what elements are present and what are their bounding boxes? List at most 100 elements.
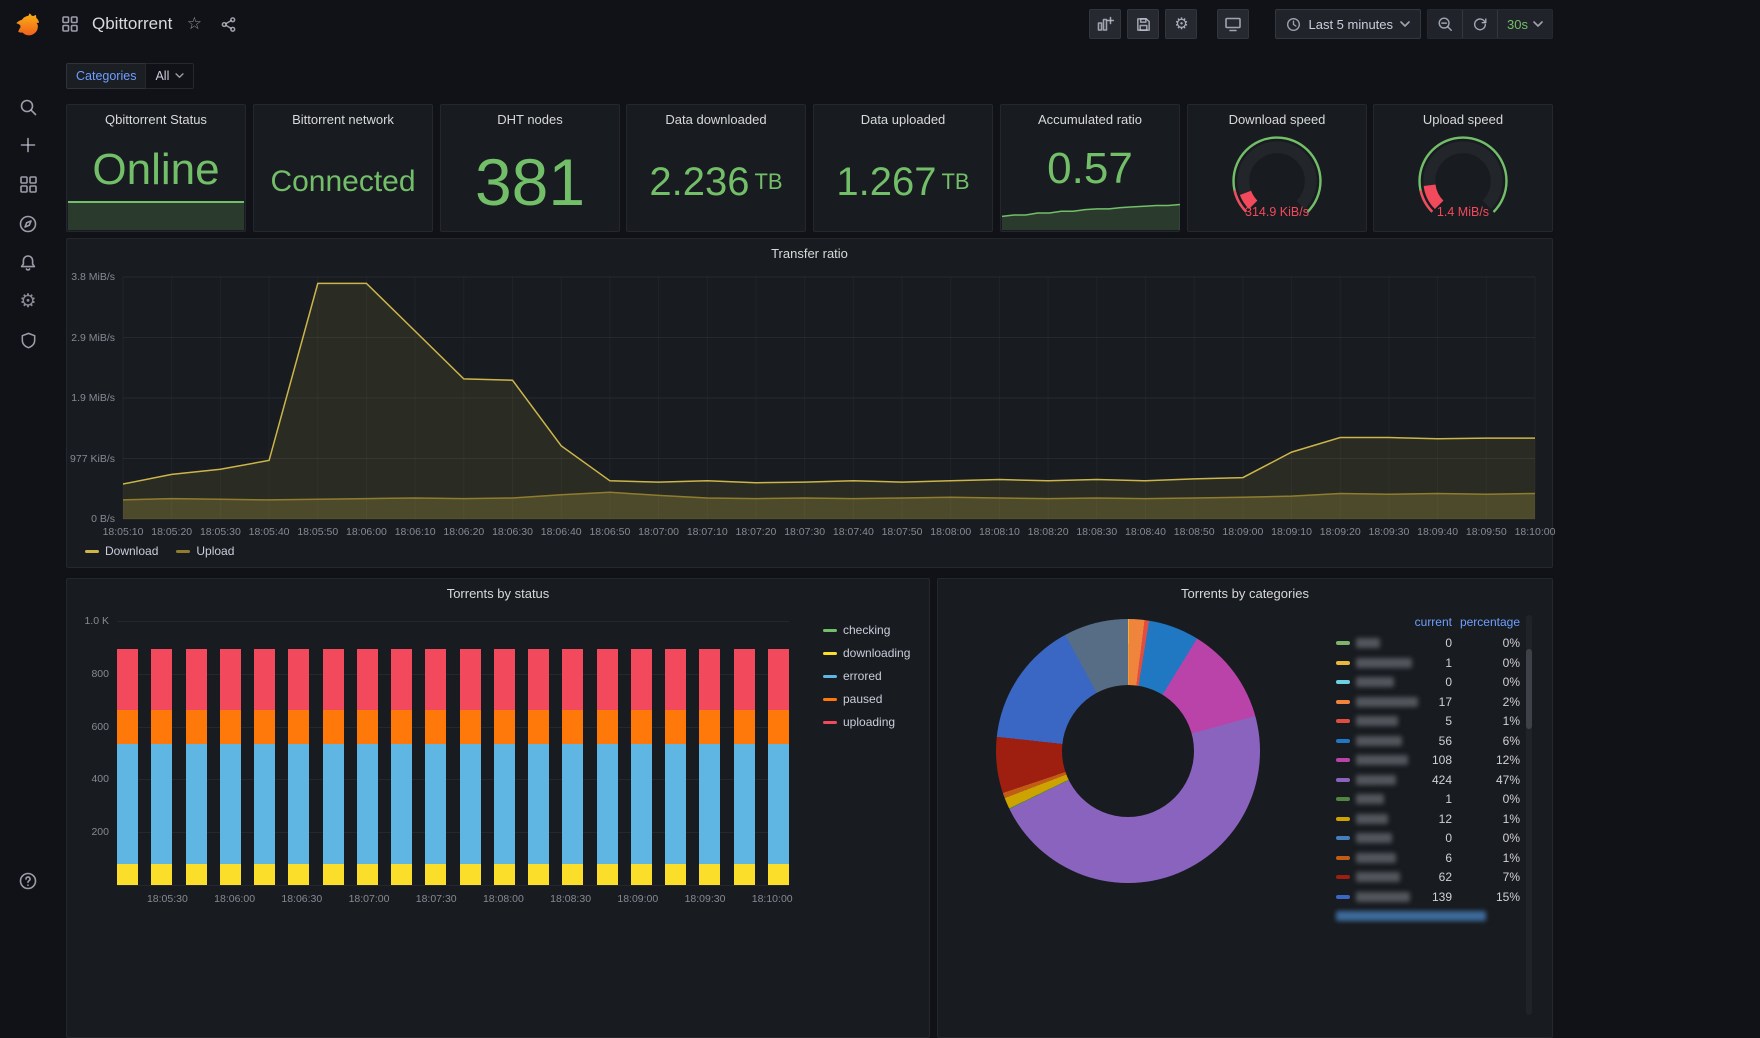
bar-segment-uploading <box>322 648 344 710</box>
cell-percentage: 1% <box>1502 714 1520 728</box>
bar-segment-errored <box>117 743 138 864</box>
x-tick-label: 18:06:30 <box>492 526 533 538</box>
zoom-out-button[interactable] <box>1428 10 1464 38</box>
x-tick-label: 18:08:40 <box>1125 526 1166 538</box>
x-tick-label: 18:06:00 <box>346 526 387 538</box>
bar-segment-uploading <box>425 648 447 710</box>
panel-title[interactable]: Torrents by categories <box>938 579 1552 607</box>
create-new-icon[interactable] <box>0 128 56 162</box>
legend-item[interactable]: downloading <box>823 646 910 660</box>
dashboard-grid-icon[interactable] <box>58 12 82 36</box>
dashboard-title[interactable]: Qbittorrent <box>92 14 172 34</box>
panel-title[interactable]: Torrents by status <box>67 579 929 607</box>
grafana-logo[interactable] <box>10 7 44 41</box>
panel-title[interactable]: Accumulated ratio <box>1001 105 1179 133</box>
transfer-ratio-chart: 0 B/s 977 KiB/s 1.9 MiB/s 2.9 MiB/s 3.8 MiB/… <box>67 267 1555 567</box>
refresh-button[interactable] <box>1463 10 1499 38</box>
help-icon[interactable] <box>0 864 56 898</box>
torrents-status-chart: 1.0 K 800 600 400 200 18:05:30 18:06:00 18:06:3… <box>67 607 929 1037</box>
cycle-view-mode-button[interactable] <box>1217 9 1250 39</box>
stacked-bar <box>630 621 652 885</box>
bar-segment-paused <box>665 709 686 744</box>
donut-hole <box>1062 685 1194 817</box>
cell-percentage: 12% <box>1495 753 1520 767</box>
legend-item[interactable]: errored <box>823 669 910 683</box>
stacked-bar <box>254 621 275 885</box>
stacked-bar <box>596 621 618 885</box>
cell-current: 0 <box>1445 636 1452 650</box>
legend-label: uploading <box>843 715 896 729</box>
category-color-chip <box>1336 758 1350 762</box>
time-range-picker[interactable]: Last 5 minutes <box>1275 9 1422 39</box>
bar-segment-downloading <box>528 863 549 885</box>
bar-segment-paused <box>630 709 652 744</box>
category-label-redacted <box>1356 813 1388 824</box>
add-panel-button[interactable] <box>1089 9 1122 39</box>
x-tick-label: 18:09:30 <box>684 893 726 905</box>
category-color-chip <box>1336 894 1350 899</box>
stacked-bar <box>117 621 138 885</box>
refresh-controls: 30s <box>1427 9 1553 39</box>
search-icon[interactable] <box>0 90 56 124</box>
stacked-bar <box>151 621 173 885</box>
dashboard-settings-button[interactable]: ⚙ <box>1165 9 1198 39</box>
bar-segment-paused <box>322 709 344 744</box>
panel-title[interactable]: Upload speed <box>1374 105 1552 133</box>
panel-title[interactable]: Bittorrent network <box>254 105 432 133</box>
bar-segment-paused <box>391 709 412 744</box>
panel-title[interactable]: Qbittorrent Status <box>67 105 245 133</box>
configuration-gear-icon[interactable]: ⚙ <box>0 284 56 318</box>
table-scrollbar[interactable] <box>1526 615 1532 1015</box>
panel-torrents-by-categories: Torrents by categories current percentag… <box>937 578 1553 1038</box>
category-color-chip <box>1336 641 1350 645</box>
server-admin-shield-icon[interactable] <box>0 323 56 357</box>
panel-title[interactable]: Data uploaded <box>814 105 992 133</box>
panel-torrents-by-status: Torrents by status 1.0 K 800 600 400 200 18:0… <box>66 578 930 1038</box>
bar-segment-paused <box>288 709 310 744</box>
category-color-chip <box>1336 875 1350 879</box>
y-tick-label: 1.0 K <box>84 615 109 627</box>
explore-compass-icon[interactable] <box>0 207 56 241</box>
panel-title[interactable]: Transfer ratio <box>67 239 1552 267</box>
share-icon[interactable] <box>216 12 240 36</box>
table-row: 17 2% <box>1336 692 1532 712</box>
categories-donut-chart <box>996 619 1260 883</box>
bar-segment-downloading <box>185 863 207 885</box>
cell-current: 5 <box>1445 714 1452 728</box>
x-tick-label: 18:08:00 <box>930 526 972 538</box>
alerting-bell-icon[interactable] <box>0 246 56 280</box>
x-tick-label: 18:08:30 <box>550 893 592 905</box>
panel-title[interactable]: DHT nodes <box>441 105 619 133</box>
cell-percentage: 7% <box>1502 870 1520 884</box>
refresh-interval-dropdown[interactable]: 30s <box>1498 10 1552 38</box>
panel-upload-speed: Upload speed 1.4 MiB/s <box>1373 104 1553 232</box>
column-header-current[interactable]: current <box>1394 615 1452 629</box>
cell-current: 108 <box>1431 753 1452 767</box>
stacked-bar <box>528 621 549 885</box>
star-icon[interactable]: ☆ <box>182 12 206 36</box>
legend-item[interactable]: paused <box>823 692 910 706</box>
bar-segment-errored <box>493 743 515 864</box>
panel-accumulated-ratio: Accumulated ratio 0.57 <box>1000 104 1180 232</box>
variable-label[interactable]: Categories <box>66 63 146 89</box>
status-legend: checking downloading errored paused uploadin… <box>823 623 910 729</box>
legend-item[interactable]: checking <box>823 623 910 637</box>
variable-value-dropdown[interactable]: All <box>145 63 195 89</box>
table-scrollbar-thumb[interactable] <box>1526 649 1532 729</box>
dashboards-icon[interactable] <box>0 167 56 201</box>
stacked-bar <box>185 621 207 885</box>
legend-item[interactable]: Upload <box>176 544 234 558</box>
x-tick-label: 18:06:50 <box>589 526 631 538</box>
categories-table: current percentage 0 0% 1 0% 0 0% 17 2% 5 1% 56 6% 1… <box>1336 615 1532 926</box>
y-tick-label: 200 <box>91 826 109 839</box>
panel-qbittorrent-status: Qbittorrent Status Online <box>66 104 246 232</box>
panel-title[interactable]: Download speed <box>1188 105 1366 133</box>
panel-title[interactable]: Data downloaded <box>627 105 805 133</box>
legend-item[interactable]: uploading <box>823 715 910 729</box>
legend-item[interactable]: Download <box>85 544 158 558</box>
y-tick-label: 3.8 MiB/s <box>71 271 115 283</box>
save-dashboard-button[interactable] <box>1127 9 1160 39</box>
x-tick-label: 18:06:20 <box>443 526 485 538</box>
panel-bittorrent-network: Bittorrent network Connected <box>253 104 433 232</box>
column-header-percentage[interactable]: percentage <box>1458 615 1520 629</box>
